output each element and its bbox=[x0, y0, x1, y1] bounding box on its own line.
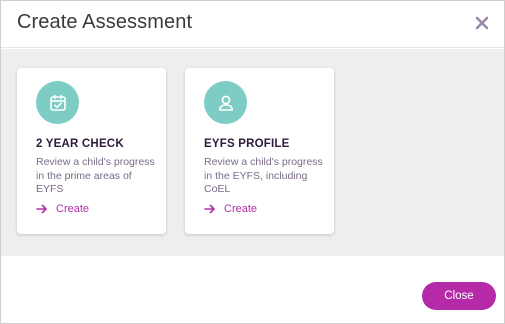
create-link-label: Create bbox=[224, 203, 258, 215]
arrow-right-icon bbox=[36, 204, 47, 214]
arrow-right-icon bbox=[204, 204, 215, 214]
create-assessment-dialog: Create Assessment 2 YEAR CHECK Review a … bbox=[0, 0, 505, 324]
close-button[interactable]: Close bbox=[422, 282, 496, 310]
dialog-title: Create Assessment bbox=[17, 11, 193, 33]
calendar-check-icon bbox=[36, 81, 79, 124]
dialog-header: Create Assessment bbox=[1, 1, 504, 48]
create-link[interactable]: Create bbox=[36, 202, 89, 216]
dialog-footer: Close bbox=[1, 256, 504, 323]
close-icon[interactable] bbox=[474, 15, 490, 31]
card-2-year-check[interactable]: 2 YEAR CHECK Review a child's progress i… bbox=[17, 68, 166, 234]
card-title: EYFS PROFILE bbox=[204, 138, 290, 150]
card-title: 2 YEAR CHECK bbox=[36, 138, 124, 150]
card-description: Review a child's progress in the EYFS, i… bbox=[204, 156, 323, 195]
user-profile-icon bbox=[204, 81, 247, 124]
create-link-label: Create bbox=[56, 203, 90, 215]
card-description: Review a child's progress in the prime a… bbox=[36, 156, 155, 195]
card-eyfs-profile[interactable]: EYFS PROFILE Review a child's progress i… bbox=[185, 68, 334, 234]
assessment-options: 2 YEAR CHECK Review a child's progress i… bbox=[1, 49, 504, 256]
create-link[interactable]: Create bbox=[204, 202, 257, 216]
